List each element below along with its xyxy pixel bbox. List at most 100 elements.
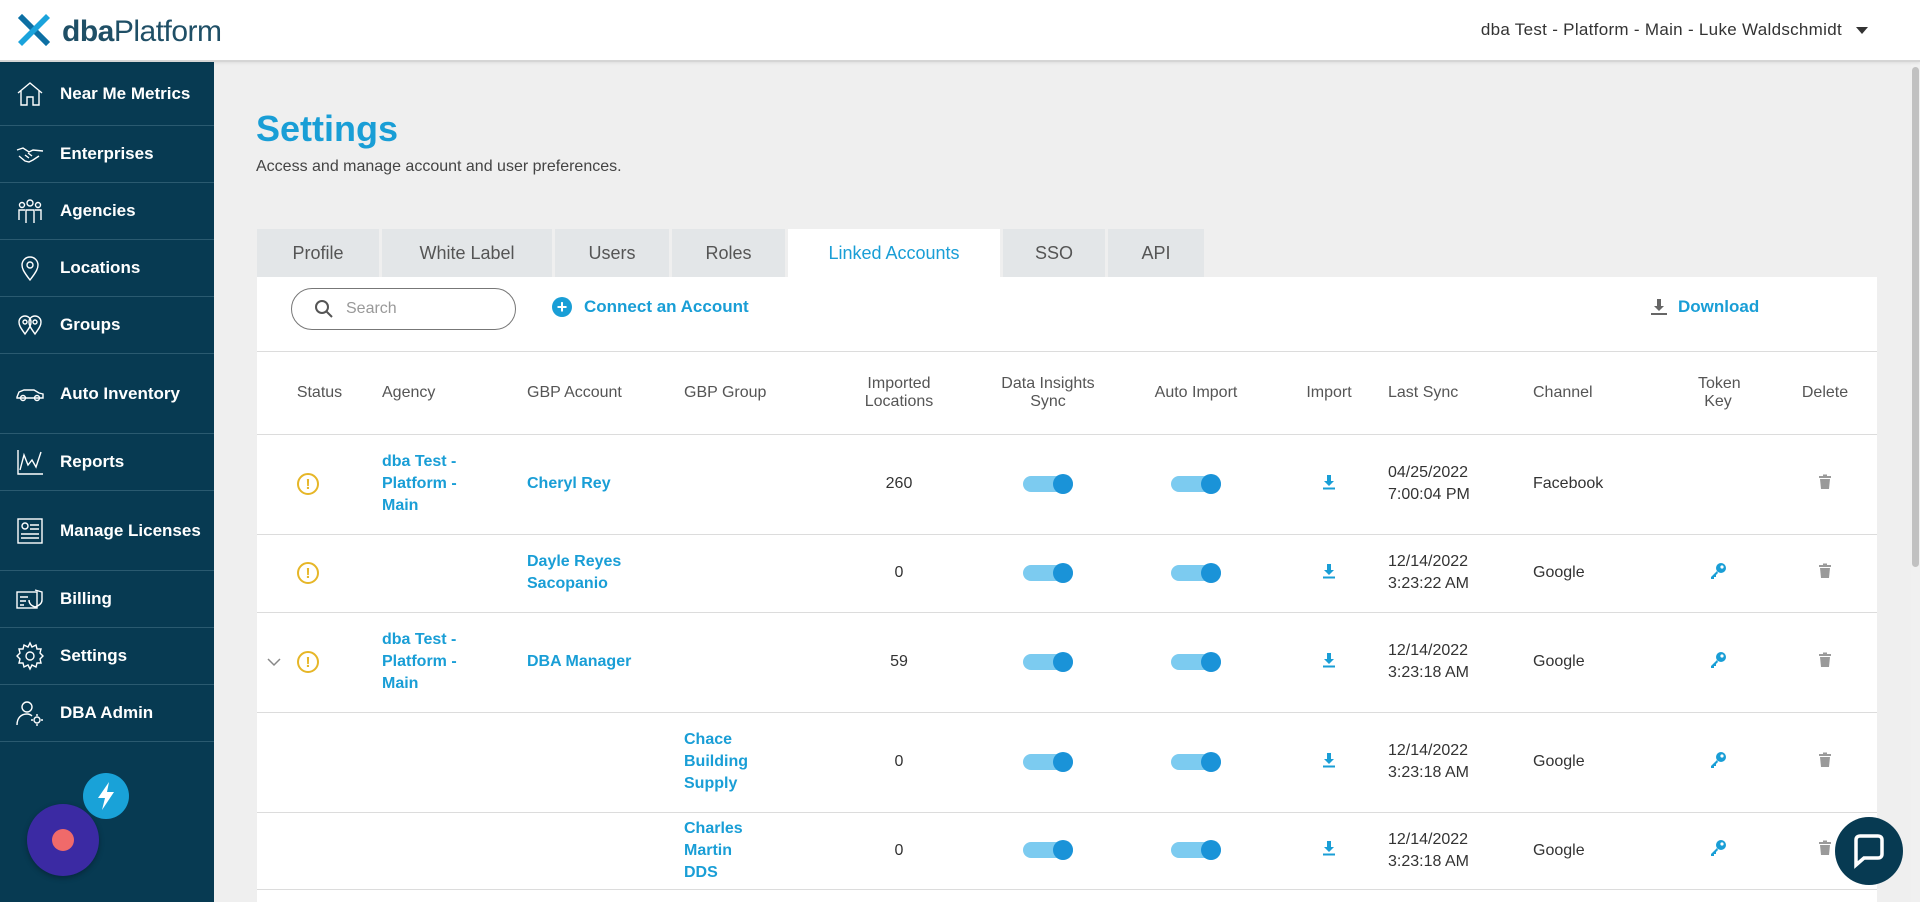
gbp-group-link[interactable]: Charles Martin DDS	[684, 818, 764, 884]
trash-icon[interactable]	[1818, 563, 1832, 579]
cell-channel: Google	[1533, 612, 1663, 713]
auto-import-toggle[interactable]	[1171, 751, 1221, 772]
data-insights-toggle[interactable]	[1023, 562, 1073, 583]
data-insights-toggle[interactable]	[1023, 473, 1073, 494]
column-header-gbp-group: GBP Group	[684, 352, 824, 435]
search-box[interactable]	[291, 288, 516, 330]
page-scrollbar[interactable]	[1911, 62, 1920, 902]
cell-token-key	[1663, 434, 1773, 535]
data-insights-toggle[interactable]	[1023, 751, 1073, 772]
tab-white-label[interactable]: White Label	[382, 229, 552, 277]
tab-roles[interactable]: Roles	[672, 229, 785, 277]
download-button[interactable]: Download	[1650, 297, 1759, 317]
data-insights-toggle[interactable]	[1023, 651, 1073, 672]
auto-import-toggle[interactable]	[1171, 651, 1221, 672]
gbp-account-link[interactable]: Dayle Reyes Sacopanio	[527, 551, 637, 595]
gbp-group-link[interactable]: Chace Building Supply	[684, 729, 764, 795]
cell-gbp-group: Chace Building Supply	[684, 712, 824, 813]
column-header-import: Import	[1270, 352, 1388, 435]
trash-icon[interactable]	[1818, 840, 1832, 856]
sidebar-item-groups[interactable]: Groups	[0, 297, 214, 354]
sidebar-item-dba-admin[interactable]: DBA Admin	[0, 685, 214, 742]
account-switcher[interactable]: dba Test - Platform - Main - Luke Waldsc…	[1481, 20, 1868, 40]
sidebar-item-manage-licenses[interactable]: Manage Licenses	[0, 491, 214, 571]
line-chart-icon	[17, 450, 43, 475]
scrollbar-thumb[interactable]	[1912, 67, 1919, 567]
cell-data-insights-sync	[974, 612, 1122, 713]
tab-api[interactable]: API	[1108, 229, 1204, 277]
connect-account-button[interactable]: + Connect an Account	[552, 297, 749, 317]
table-row: ! Dayle Reyes Sacopanio 0 12/14/2022 3:23…	[257, 534, 1877, 613]
sidebar-item-billing[interactable]: Billing	[0, 571, 214, 628]
table-header-row: Status Agency GBP Account GBP Group Impo…	[257, 352, 1877, 435]
cell-gbp-account	[527, 712, 684, 813]
sidebar-item-agencies[interactable]: Agencies	[0, 183, 214, 240]
toggle-knob	[1201, 751, 1221, 772]
tab-profile[interactable]: Profile	[257, 229, 379, 277]
cell-gbp-group: Charles Martin DDS	[684, 812, 824, 890]
record-dot-icon	[52, 829, 74, 851]
tab-sso[interactable]: SSO	[1003, 229, 1105, 277]
quick-action-button[interactable]	[83, 773, 129, 819]
toggle-knob	[1201, 473, 1221, 494]
sidebar-item-near-me-metrics[interactable]: Near Me Metrics	[0, 62, 214, 126]
sidebar-item-locations[interactable]: Locations	[0, 240, 214, 297]
gbp-account-link[interactable]: Cheryl Rey	[527, 473, 637, 495]
plus-circle-icon: +	[552, 297, 572, 317]
sidebar-item-label: Groups	[60, 315, 121, 334]
cell-imported-locations: 260	[824, 434, 974, 535]
toggle-knob	[1053, 751, 1073, 772]
cell-gbp-group	[684, 434, 824, 535]
table-row: ! dba Test - Platform - Main DBA Manager…	[257, 612, 1877, 713]
cell-agency: dba Test - Platform - Main	[382, 612, 527, 713]
import-download-icon[interactable]	[1322, 474, 1336, 490]
import-download-icon[interactable]	[1322, 752, 1336, 768]
tab-users[interactable]: Users	[555, 229, 669, 277]
sidebar-item-auto-inventory[interactable]: Auto Inventory	[0, 354, 214, 434]
agency-link[interactable]: dba Test - Platform - Main	[382, 451, 472, 517]
toggle-knob	[1201, 840, 1221, 861]
record-button[interactable]	[27, 804, 99, 876]
key-icon[interactable]	[1708, 750, 1728, 770]
cell-data-insights-sync	[974, 812, 1122, 890]
column-header-agency: Agency	[382, 352, 527, 435]
cell-token-key	[1663, 534, 1773, 613]
sidebar-item-reports[interactable]: Reports	[0, 434, 214, 491]
cell-last-sync: 12/14/2022 3:23:18 AM	[1388, 712, 1533, 813]
chat-button[interactable]	[1835, 817, 1903, 885]
key-icon[interactable]	[1708, 838, 1728, 858]
auto-import-toggle[interactable]	[1171, 562, 1221, 583]
cell-auto-import	[1122, 712, 1270, 813]
search-icon	[315, 300, 333, 318]
cell-import	[1270, 612, 1388, 713]
trash-icon[interactable]	[1818, 752, 1832, 768]
toggle-knob	[1053, 562, 1073, 583]
search-input[interactable]	[346, 300, 496, 318]
logo-x-icon	[18, 14, 50, 46]
map-pin-icon	[21, 256, 39, 282]
import-download-icon[interactable]	[1322, 840, 1336, 856]
import-download-icon[interactable]	[1322, 652, 1336, 668]
auto-import-toggle[interactable]	[1171, 840, 1221, 861]
gbp-account-link[interactable]: DBA Manager	[527, 651, 637, 673]
key-icon[interactable]	[1708, 561, 1728, 581]
cell-imported-locations: 0	[824, 534, 974, 613]
key-icon[interactable]	[1708, 650, 1728, 670]
sidebar-item-enterprises[interactable]: Enterprises	[0, 126, 214, 183]
linked-accounts-table: Status Agency GBP Account GBP Group Impo…	[257, 352, 1877, 890]
cell-import	[1270, 712, 1388, 813]
tab-linked-accounts[interactable]: Linked Accounts	[788, 229, 1000, 277]
data-insights-toggle[interactable]	[1023, 840, 1073, 861]
trash-icon[interactable]	[1818, 652, 1832, 668]
multi-pin-icon	[18, 315, 42, 336]
billing-icon	[16, 589, 43, 609]
sidebar-item-settings[interactable]: Settings	[0, 628, 214, 685]
table-row: Chace Building Supply 0 12/14/2022 3:23:1…	[257, 712, 1877, 813]
cell-delete	[1773, 612, 1877, 713]
import-download-icon[interactable]	[1322, 563, 1336, 579]
auto-import-toggle[interactable]	[1171, 473, 1221, 494]
chevron-down-icon[interactable]	[267, 657, 281, 667]
app-logo[interactable]: dbaPlatform	[12, 10, 222, 54]
agency-link[interactable]: dba Test - Platform - Main	[382, 629, 472, 695]
trash-icon[interactable]	[1818, 474, 1832, 490]
